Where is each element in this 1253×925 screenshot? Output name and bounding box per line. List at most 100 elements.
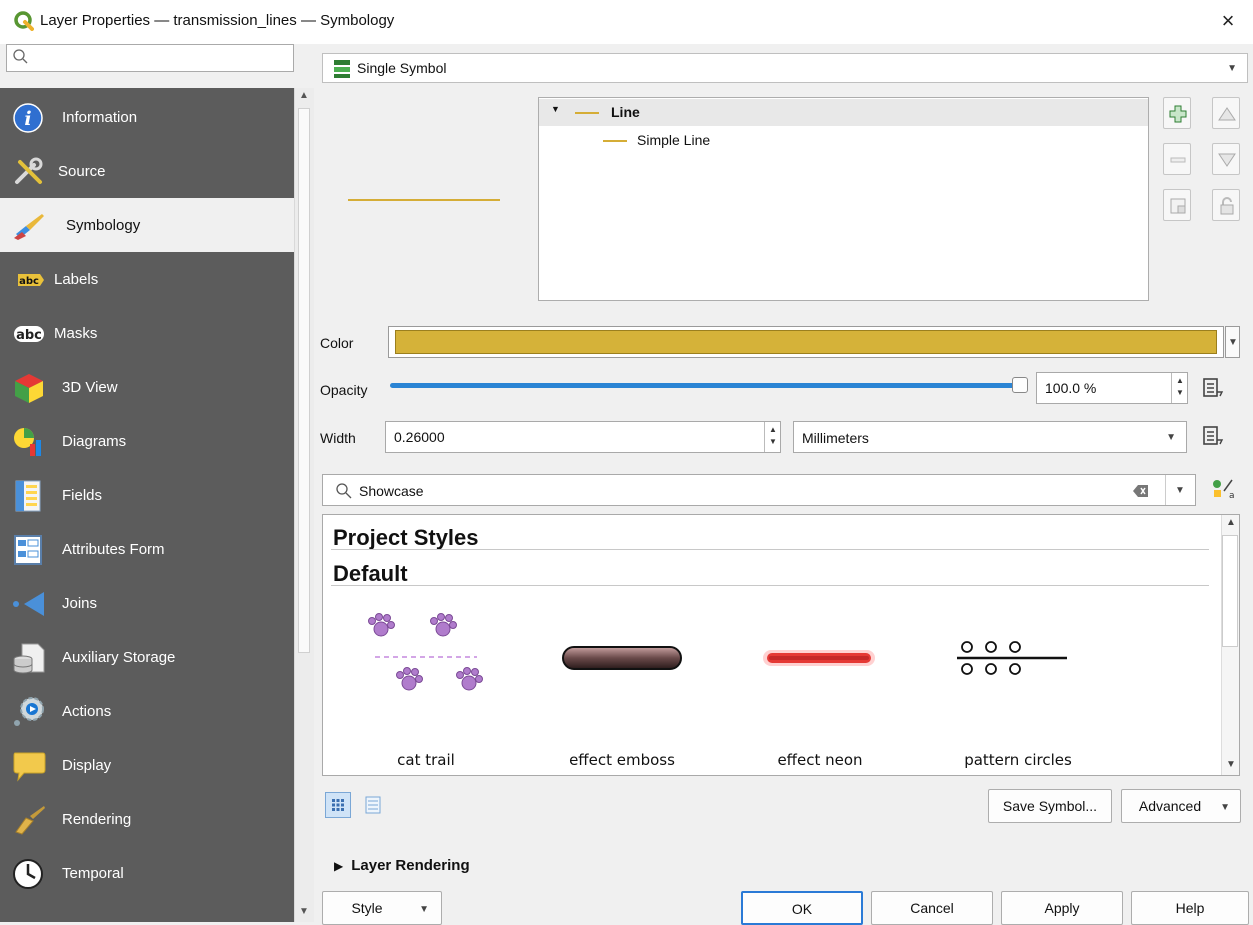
style-filter-dropdown[interactable]: ▼ — [1165, 475, 1195, 505]
symbol-label: effect neon — [777, 751, 863, 769]
remove-symbol-layer-button[interactable] — [1163, 143, 1191, 175]
diagrams-icon — [14, 428, 41, 456]
expand-arrow-icon[interactable]: ▼ — [551, 104, 560, 114]
renderer-type-select[interactable]: Single Symbol ▼ — [322, 53, 1248, 83]
symbol-layer-tree[interactable]: ▼ Line Simple Line — [538, 97, 1149, 301]
opacity-spinbox[interactable]: 100.0 % ▲ ▼ — [1036, 372, 1188, 404]
opacity-spin-arrows[interactable]: ▲ ▼ — [1171, 373, 1187, 403]
symbol-library-list[interactable]: Project Styles Default cat trail effect … — [322, 514, 1240, 776]
advanced-label: Advanced — [1138, 798, 1202, 814]
sidebar-item-joins[interactable]: Joins — [0, 576, 294, 630]
symbol-preview — [348, 199, 500, 201]
width-units-value: Millimeters — [802, 430, 869, 446]
move-up-button[interactable] — [1212, 97, 1240, 129]
search-icon — [336, 483, 352, 499]
add-symbol-layer-button[interactable] — [1163, 97, 1191, 129]
list-view-toggle[interactable] — [360, 792, 386, 818]
spin-down-icon[interactable]: ▼ — [769, 437, 777, 446]
triangle-up-icon — [1218, 107, 1236, 121]
sidebar-item-fields[interactable]: Fields — [0, 468, 294, 522]
opacity-value: 100.0 % — [1045, 380, 1097, 396]
cancel-button[interactable]: Cancel — [871, 891, 993, 925]
sidebar-item-labels[interactable]: abc Labels — [0, 252, 294, 306]
style-search-value: Showcase — [359, 483, 424, 499]
help-button[interactable]: Help — [1131, 891, 1249, 925]
width-label: Width — [320, 430, 356, 446]
line-swatch — [575, 112, 599, 114]
scroll-down-arrow-icon[interactable]: ▼ — [1226, 759, 1236, 770]
opacity-slider-handle[interactable] — [1012, 377, 1028, 393]
color-menu-button[interactable]: ▼ — [1225, 326, 1240, 358]
style-manager-icon[interactable]: a — [1210, 476, 1236, 502]
cat-trail-symbol[interactable] — [351, 601, 501, 721]
sidebar-item-source[interactable]: Source — [0, 144, 294, 198]
spin-down-icon[interactable]: ▼ — [1176, 388, 1184, 397]
width-spin-arrows[interactable]: ▲ ▼ — [764, 422, 780, 452]
tree-child-label[interactable]: Simple Line — [637, 132, 710, 148]
sidebar-item-label: Source — [58, 163, 106, 180]
sidebar-item-3d-view[interactable]: 3D View — [0, 360, 294, 414]
sidebar-item-label: Joins — [62, 595, 98, 612]
chevron-down-icon: ▼ — [419, 904, 429, 915]
save-symbol-button[interactable]: Save Symbol... — [988, 789, 1112, 823]
move-down-button[interactable] — [1212, 143, 1240, 175]
style-search-input[interactable]: Showcase ▼ — [322, 474, 1196, 506]
sidebar-item-masks[interactable]: abc Masks — [0, 306, 294, 360]
group-header-default: Default — [333, 561, 408, 586]
close-button[interactable]: × — [1213, 7, 1243, 37]
apply-button[interactable]: Apply — [1001, 891, 1123, 925]
spin-up-icon[interactable]: ▲ — [1176, 376, 1184, 385]
sidebar-item-label: Auxiliary Storage — [62, 649, 176, 666]
icon-view-toggle[interactable] — [325, 792, 351, 818]
masks-abc-icon: abc — [14, 326, 44, 343]
style-menu-button[interactable]: Style ▼ — [322, 891, 442, 925]
group-divider — [331, 549, 1209, 550]
color-swatch[interactable] — [395, 330, 1217, 354]
style-label: Style — [351, 900, 383, 916]
expand-arrow-icon: ▶ — [334, 859, 344, 873]
scroll-up-arrow-icon[interactable]: ▲ — [1226, 517, 1236, 528]
sidebar-item-label: Fields — [62, 487, 103, 504]
pattern-circles-symbol[interactable] — [943, 601, 1093, 721]
sidebar: i Information Source Symbology abc Label… — [0, 88, 294, 922]
actions-gear-icon — [14, 697, 44, 726]
simple-line-swatch — [603, 140, 627, 142]
sidebar-item-temporal[interactable]: Temporal — [0, 846, 294, 900]
sidebar-item-actions[interactable]: Actions — [0, 684, 294, 738]
effect-emboss-symbol[interactable] — [549, 601, 699, 721]
ok-button[interactable]: OK — [741, 891, 863, 925]
sidebar-search-input[interactable] — [6, 44, 294, 72]
symbol-list-scroll-thumb[interactable] — [1222, 535, 1238, 647]
effect-neon-symbol[interactable] — [743, 601, 893, 721]
sidebar-scroll-thumb[interactable] — [298, 108, 310, 653]
advanced-menu-button[interactable]: Advanced ▼ — [1121, 789, 1241, 823]
sidebar-item-rendering[interactable]: Rendering — [0, 792, 294, 846]
sidebar-item-auxiliary-storage[interactable]: Auxiliary Storage — [0, 630, 294, 684]
svg-text:abc: abc — [16, 328, 42, 343]
sidebar-item-information[interactable]: i Information — [0, 90, 294, 144]
symbol-label: pattern circles — [964, 751, 1072, 769]
sidebar-item-symbology[interactable]: Symbology — [0, 198, 294, 252]
sidebar-item-label: Diagrams — [62, 433, 127, 450]
sidebar-item-label: Display — [62, 757, 112, 774]
width-spinbox[interactable]: 0.26000 ▲ ▼ — [385, 421, 781, 453]
scroll-down-arrow-icon[interactable]: ▼ — [299, 906, 309, 917]
data-defined-override-icon[interactable] — [1200, 376, 1224, 400]
spin-up-icon[interactable]: ▲ — [769, 425, 777, 434]
opacity-slider[interactable] — [390, 383, 1022, 388]
clear-text-icon[interactable] — [1133, 484, 1149, 498]
data-defined-override-icon[interactable] — [1200, 424, 1224, 448]
lock-layer-button[interactable] — [1212, 189, 1240, 221]
qgis-logo-icon — [14, 11, 34, 31]
sidebar-item-diagrams[interactable]: Diagrams — [0, 414, 294, 468]
sidebar-item-attributes-form[interactable]: Attributes Form — [0, 522, 294, 576]
layer-rendering-section[interactable]: ▶ Layer Rendering — [334, 857, 470, 874]
scroll-up-arrow-icon[interactable]: ▲ — [299, 90, 309, 101]
rendering-brush-icon — [15, 806, 45, 835]
sidebar-item-display[interactable]: Display — [0, 738, 294, 792]
sidebar-item-label: Attributes Form — [62, 541, 165, 558]
sidebar-item-label: Information — [62, 109, 138, 126]
chevron-down-icon: ▼ — [1166, 432, 1176, 443]
width-units-select[interactable]: Millimeters ▼ — [793, 421, 1187, 453]
duplicate-symbol-layer-button[interactable] — [1163, 189, 1191, 221]
